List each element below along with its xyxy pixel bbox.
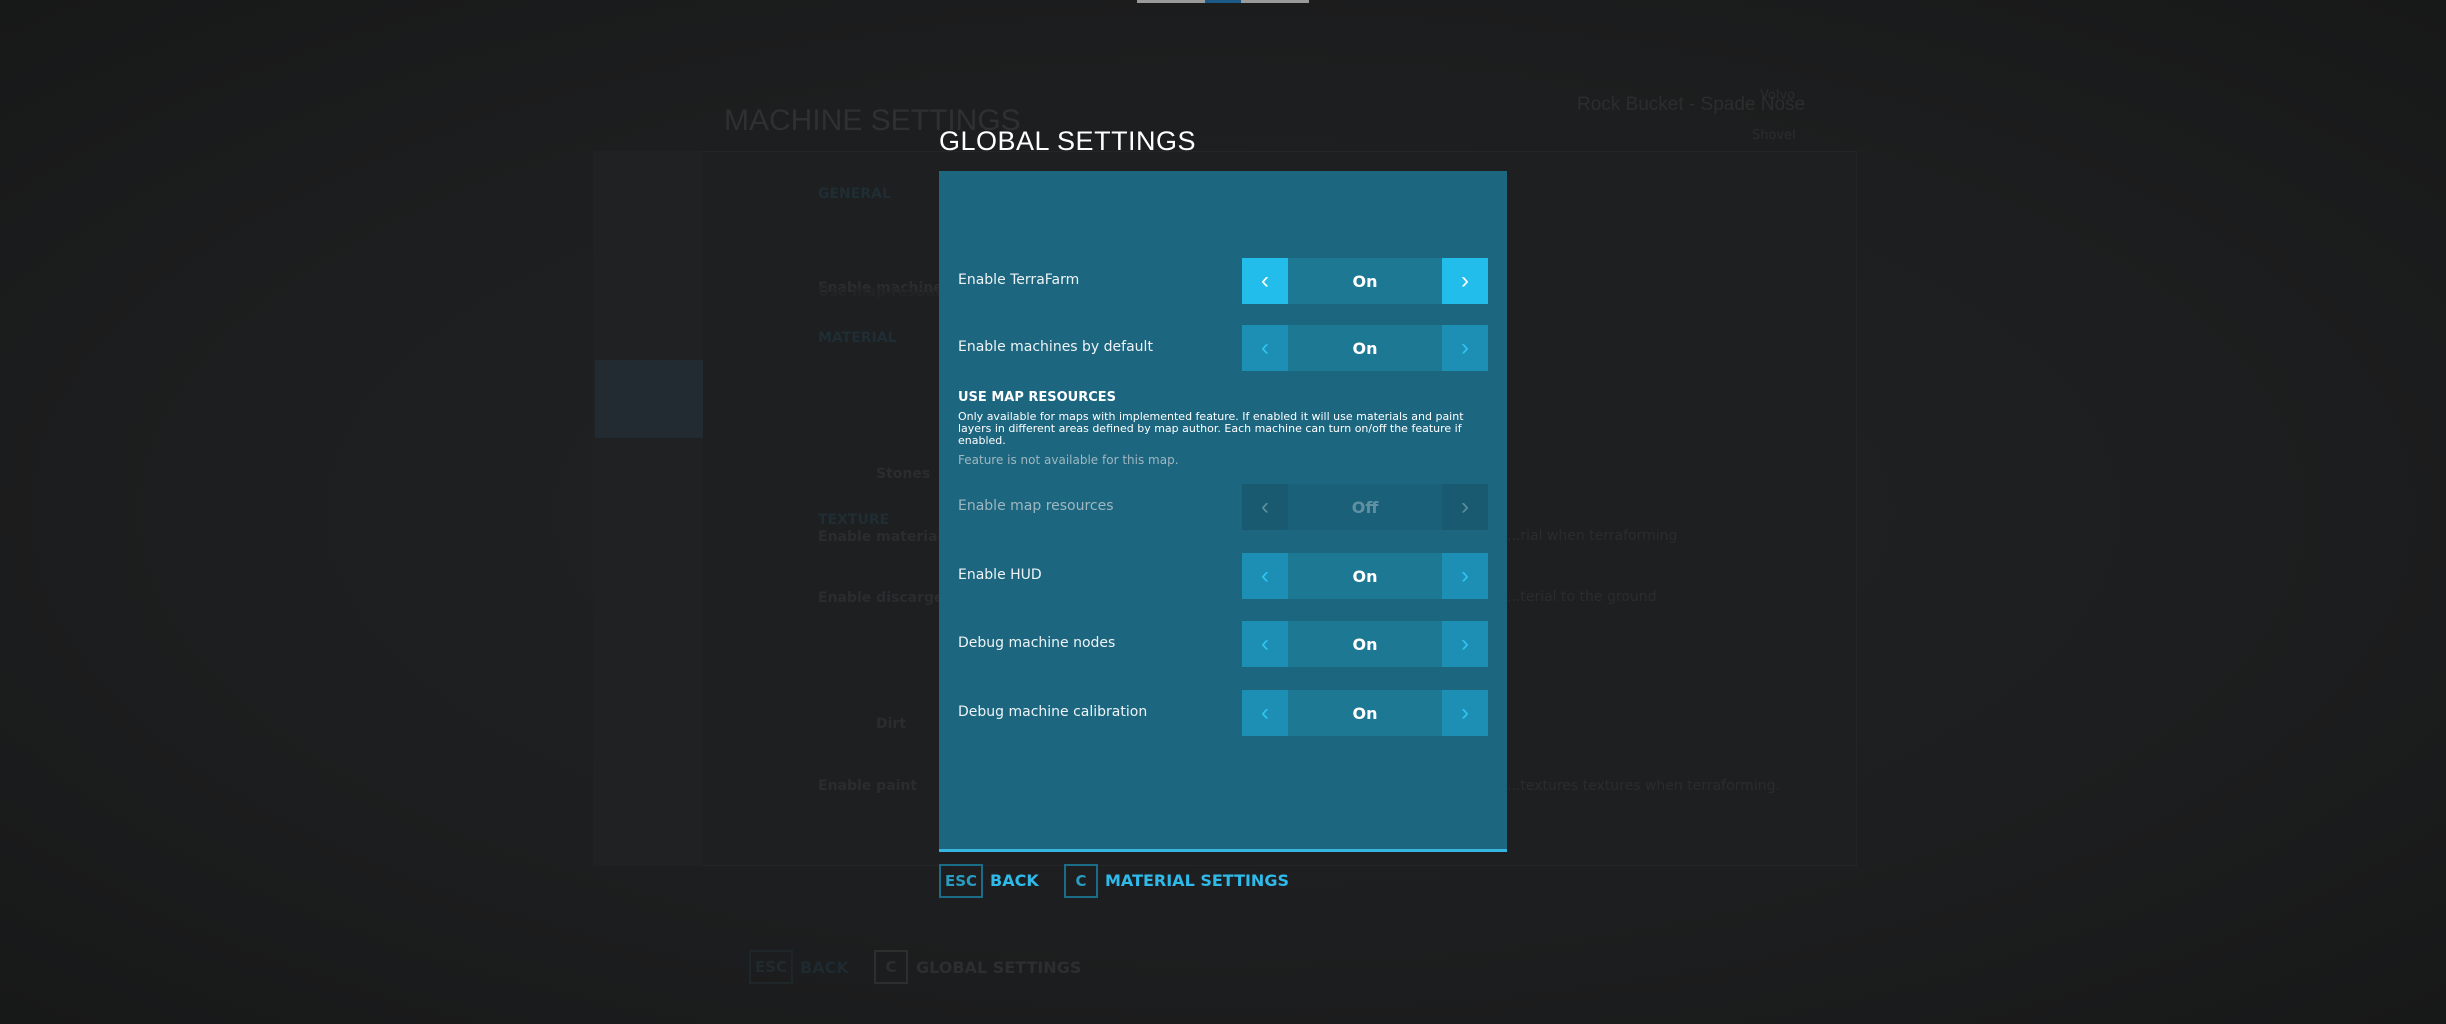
bg-item: Dirt [876, 716, 907, 732]
material-settings-button[interactable]: MATERIAL SETTINGS [1105, 871, 1289, 890]
bg-sidebar [593, 151, 703, 866]
setting-selector[interactable]: ‹ On › [1242, 258, 1488, 304]
esc-key[interactable]: ESC [939, 864, 983, 898]
setting-label: Enable map resources [958, 498, 1114, 514]
setting-selector[interactable]: ‹ On › [1242, 325, 1488, 371]
chevron-right-icon[interactable]: › [1442, 690, 1488, 736]
chevron-right-icon[interactable]: › [1442, 325, 1488, 371]
bg-desc: ...rial when terraforming [1507, 528, 1678, 544]
bg-esc-key: ESC [749, 950, 793, 984]
bg-section-texture: TEXTURE [818, 512, 890, 528]
chevron-left-icon[interactable]: ‹ [1242, 325, 1288, 371]
bg-desc: ...textures textures when terraforming. [1507, 778, 1780, 794]
chevron-right-icon[interactable]: › [1442, 484, 1488, 530]
chevron-left-icon[interactable]: ‹ [1242, 690, 1288, 736]
dialog-title: GLOBAL SETTINGS [939, 126, 1197, 156]
top-indicator [1137, 0, 1309, 3]
chevron-left-icon[interactable]: ‹ [1242, 258, 1288, 304]
setting-label: Debug machine nodes [958, 635, 1116, 651]
chevron-left-icon[interactable]: ‹ [1242, 553, 1288, 599]
bg-machine-name: Rock Bucket - Spade Nose [1577, 94, 1806, 115]
chevron-right-icon[interactable]: › [1442, 258, 1488, 304]
setting-value: On [1288, 553, 1442, 599]
bg-section-general: GENERAL [818, 186, 891, 202]
chevron-right-icon[interactable]: › [1442, 621, 1488, 667]
bg-c-key: C [874, 950, 908, 984]
map-resources-heading: USE MAP RESOURCES [958, 390, 1117, 405]
chevron-left-icon[interactable]: ‹ [1242, 484, 1288, 530]
setting-selector[interactable]: ‹ On › [1242, 553, 1488, 599]
setting-value: On [1288, 621, 1442, 667]
setting-selector[interactable]: ‹ On › [1242, 690, 1488, 736]
setting-selector[interactable]: ‹ Off › [1242, 484, 1488, 530]
setting-label: Enable machines by default [958, 339, 1153, 355]
setting-label: Debug machine calibration [958, 704, 1148, 720]
c-key[interactable]: C [1064, 864, 1098, 898]
bg-item: Stones [876, 466, 931, 482]
bg-sidebar-selected [595, 360, 703, 438]
bg-item: Enable discarge [818, 590, 944, 606]
bg-back-label: BACK [800, 958, 849, 977]
map-resources-description: Only available for maps with implemented… [958, 410, 1464, 447]
chevron-left-icon[interactable]: ‹ [1242, 621, 1288, 667]
setting-value: On [1288, 690, 1442, 736]
bg-item: Enable material [818, 529, 943, 545]
setting-value: On [1288, 258, 1442, 304]
bg-machine-type: Shovel [1752, 128, 1796, 143]
bg-desc: ...terial to the ground [1507, 589, 1657, 605]
bg-global-label: GLOBAL SETTINGS [916, 958, 1082, 977]
setting-value: On [1288, 325, 1442, 371]
setting-value: Off [1288, 484, 1442, 530]
setting-label: Enable TerraFarm [958, 272, 1080, 288]
bg-item: Enable paint [818, 778, 918, 794]
back-button[interactable]: BACK [990, 871, 1039, 890]
chevron-right-icon[interactable]: › [1442, 553, 1488, 599]
setting-selector[interactable]: ‹ On › [1242, 621, 1488, 667]
setting-label: Enable HUD [958, 567, 1042, 583]
bg-section-material: MATERIAL [818, 330, 897, 346]
map-resources-note: Feature is not available for this map. [958, 453, 1179, 467]
